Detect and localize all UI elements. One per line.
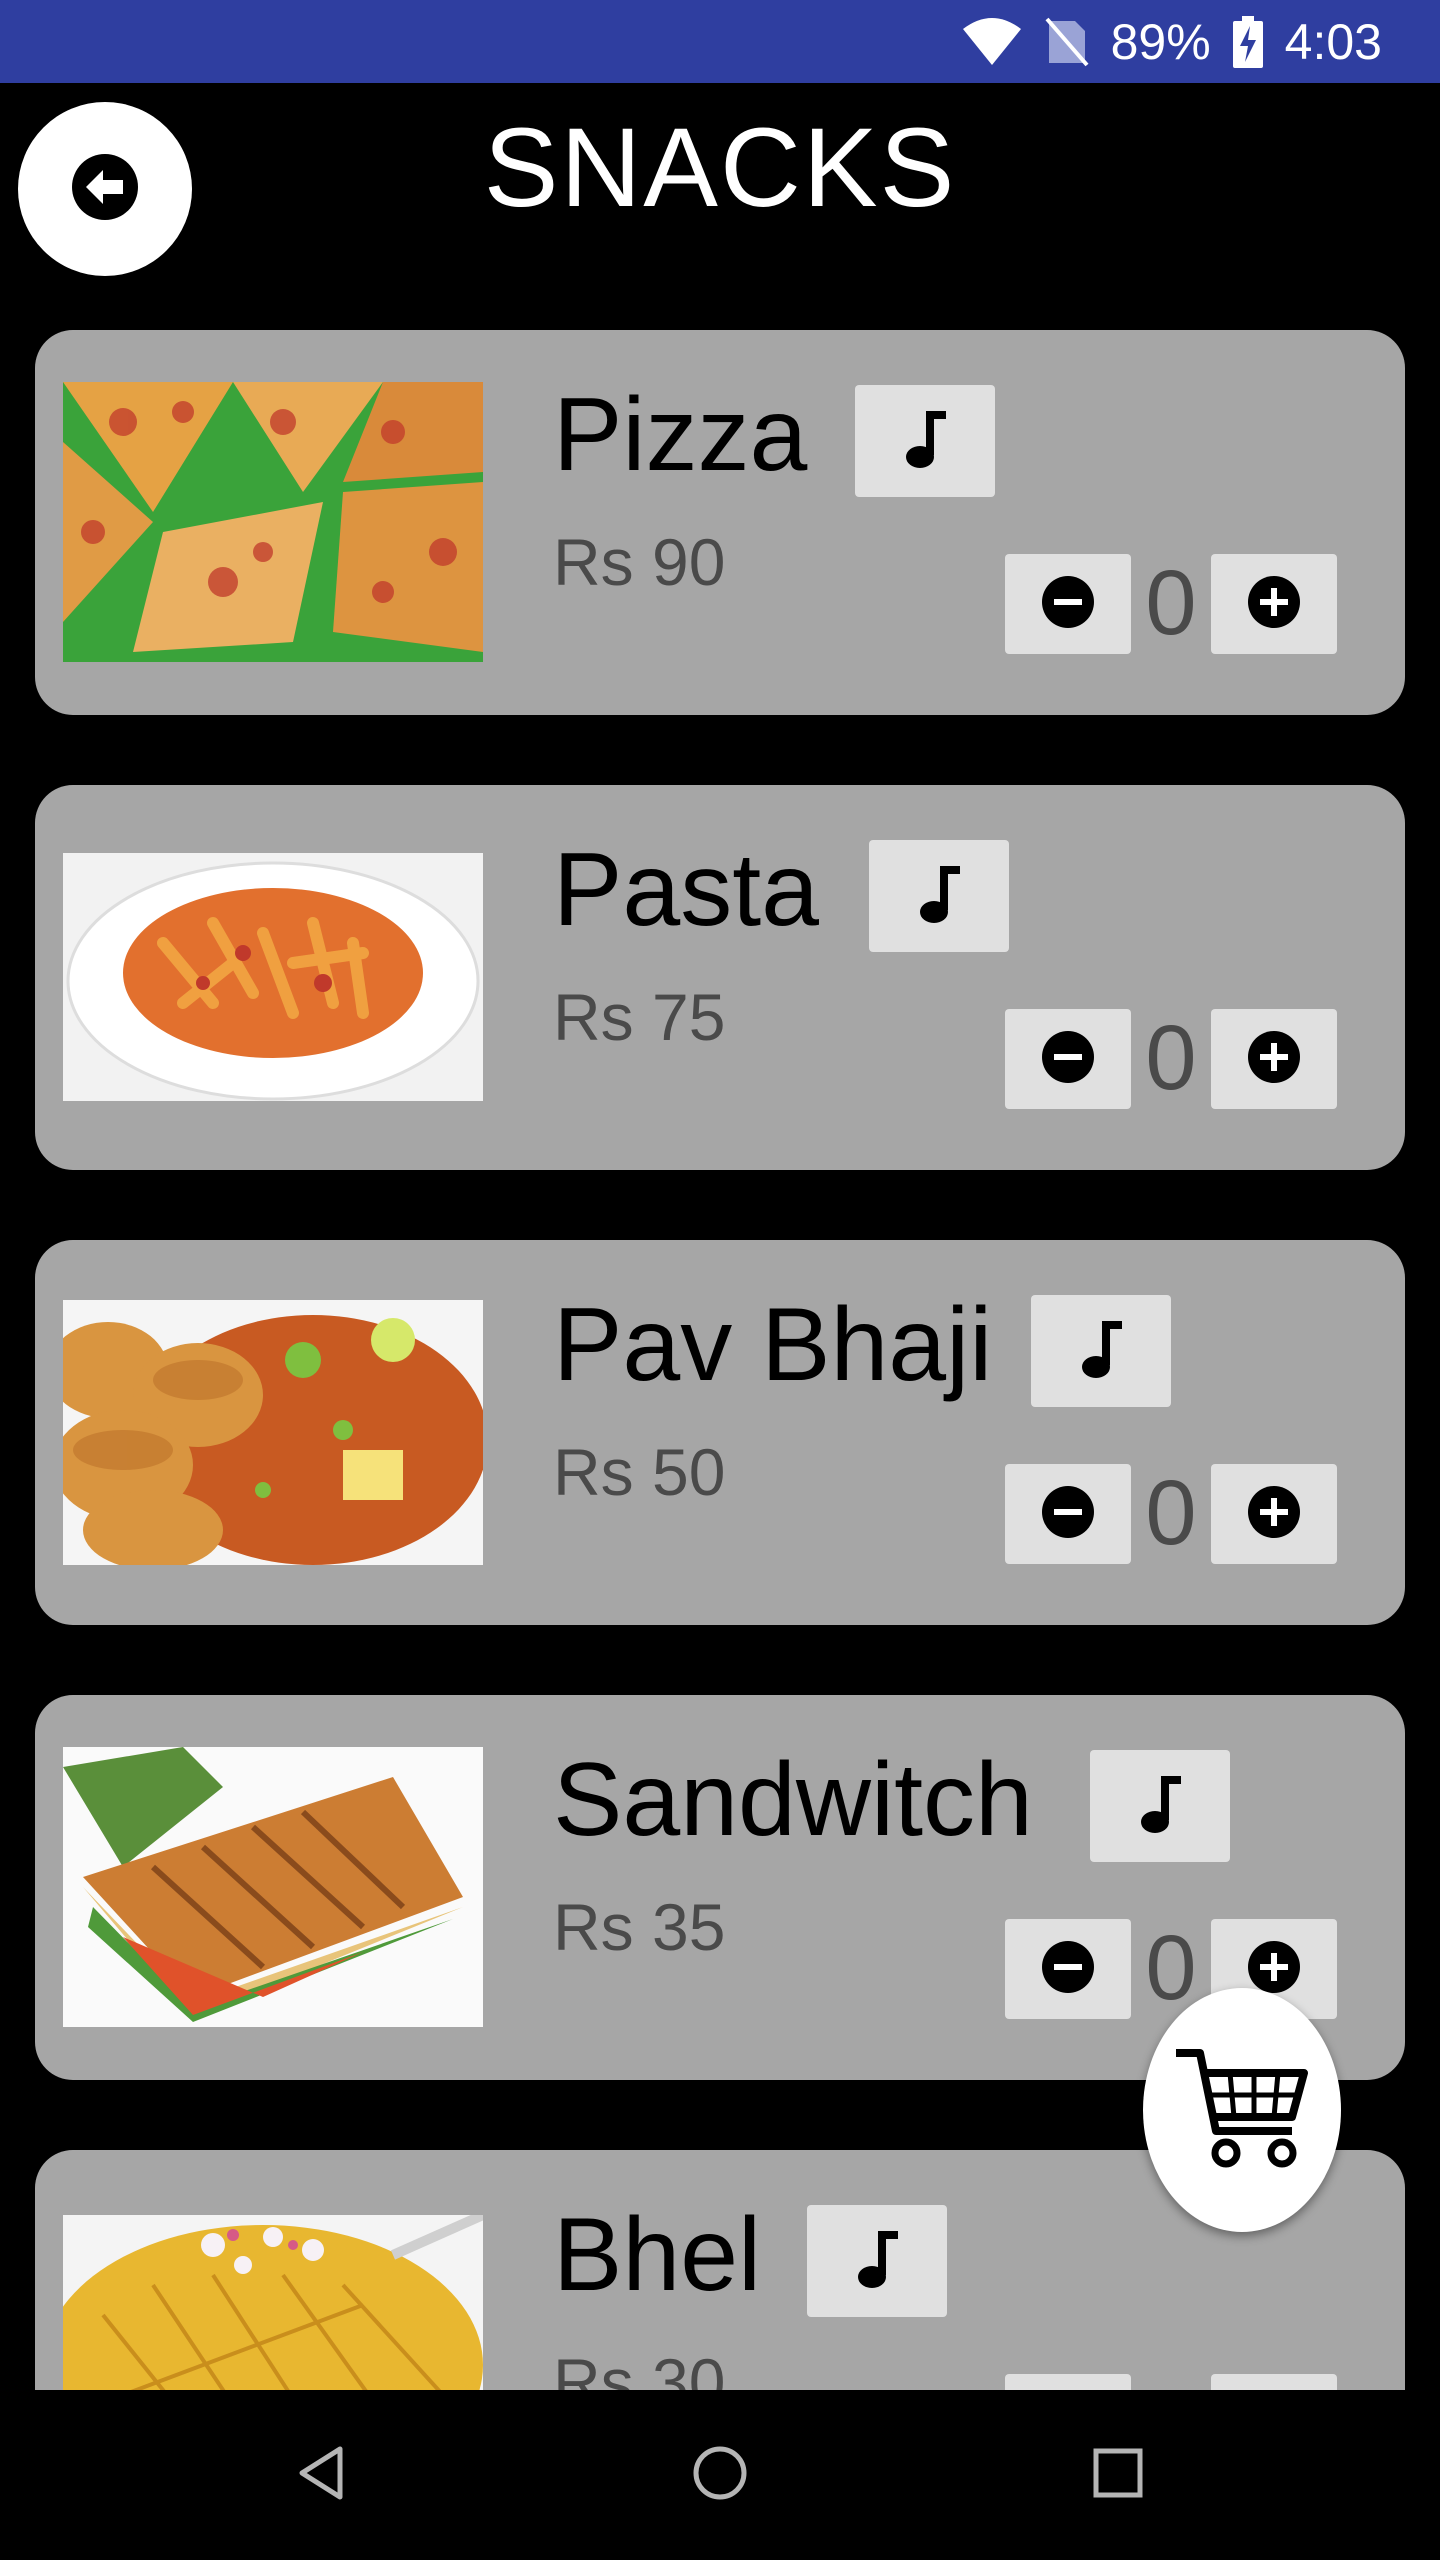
item-price: Rs 50 [553, 1435, 726, 1509]
plus-icon [1246, 1029, 1302, 1090]
shopping-cart-icon [1172, 2043, 1312, 2178]
item-name: Pizza [553, 377, 808, 493]
nav-back-button[interactable] [272, 2425, 372, 2525]
item-price: Rs 75 [553, 980, 726, 1054]
item-price: Rs 30 [553, 2345, 726, 2390]
recents-square-icon [1088, 2443, 1148, 2508]
play-sound-button[interactable] [807, 2205, 947, 2317]
battery-charging-icon [1232, 15, 1263, 68]
minus-icon [1040, 574, 1096, 635]
plus-icon [1246, 1484, 1302, 1545]
decrease-button[interactable] [1005, 1009, 1131, 1109]
pasta-image [63, 853, 483, 1101]
increase-button[interactable] [1211, 1464, 1337, 1564]
pizza-image [63, 382, 483, 662]
increase-button[interactable] [1211, 554, 1337, 654]
item-price: Rs 90 [553, 525, 726, 599]
clock: 4:03 [1284, 13, 1382, 70]
list-item: Pizza Rs 90 0 [35, 330, 1405, 715]
page-title: SNACKS [483, 105, 957, 230]
music-note-icon [1135, 1772, 1185, 1841]
item-name: Bhel [553, 2197, 762, 2313]
quantity-value: 0 [1145, 552, 1197, 654]
minus-icon [1040, 1939, 1096, 2000]
increase-button[interactable] [1211, 1009, 1337, 1109]
music-note-icon [914, 862, 964, 931]
wifi-icon [961, 17, 1023, 67]
cart-button[interactable] [1143, 1988, 1341, 2232]
status-bar: 89% 4:03 [0, 0, 1440, 83]
no-sim-icon [1045, 17, 1089, 67]
bhel-image [63, 2215, 483, 2390]
quantity-value: 0 [1131, 2368, 1211, 2390]
decrease-button[interactable] [1005, 2374, 1131, 2390]
navigation-bar [0, 2390, 1440, 2560]
home-circle-icon [690, 2443, 750, 2508]
play-sound-button[interactable] [1031, 1295, 1171, 1407]
nav-recents-button[interactable] [1068, 2425, 1168, 2525]
quantity-value: 0 [1145, 1007, 1197, 1109]
nav-home-button[interactable] [670, 2425, 770, 2525]
decrease-button[interactable] [1005, 554, 1131, 654]
sandwich-image [63, 1747, 483, 2027]
item-name: Sandwitch [553, 1742, 1033, 1858]
plus-icon [1246, 574, 1302, 635]
pav-bhaji-image [63, 1300, 483, 1565]
battery-percent: 89% [1110, 13, 1211, 70]
quantity-value: 0 [1145, 1462, 1197, 1564]
music-note-icon [852, 2227, 902, 2296]
increase-button[interactable] [1211, 2374, 1337, 2390]
minus-icon [1040, 1484, 1096, 1545]
decrease-button[interactable] [1005, 1919, 1131, 2019]
item-price: Rs 35 [553, 1890, 726, 1964]
music-note-icon [900, 407, 950, 476]
back-triangle-icon [292, 2443, 352, 2508]
list-item: Pav Bhaji Rs 50 0 [35, 1240, 1405, 1625]
list-item: Pasta Rs 75 0 [35, 785, 1405, 1170]
play-sound-button[interactable] [869, 840, 1009, 952]
decrease-button[interactable] [1005, 1464, 1131, 1564]
music-note-icon [1076, 1317, 1126, 1386]
item-name: Pasta [553, 832, 819, 948]
play-sound-button[interactable] [855, 385, 995, 497]
item-name: Pav Bhaji [553, 1287, 993, 1403]
play-sound-button[interactable] [1090, 1750, 1230, 1862]
minus-icon [1040, 1029, 1096, 1090]
